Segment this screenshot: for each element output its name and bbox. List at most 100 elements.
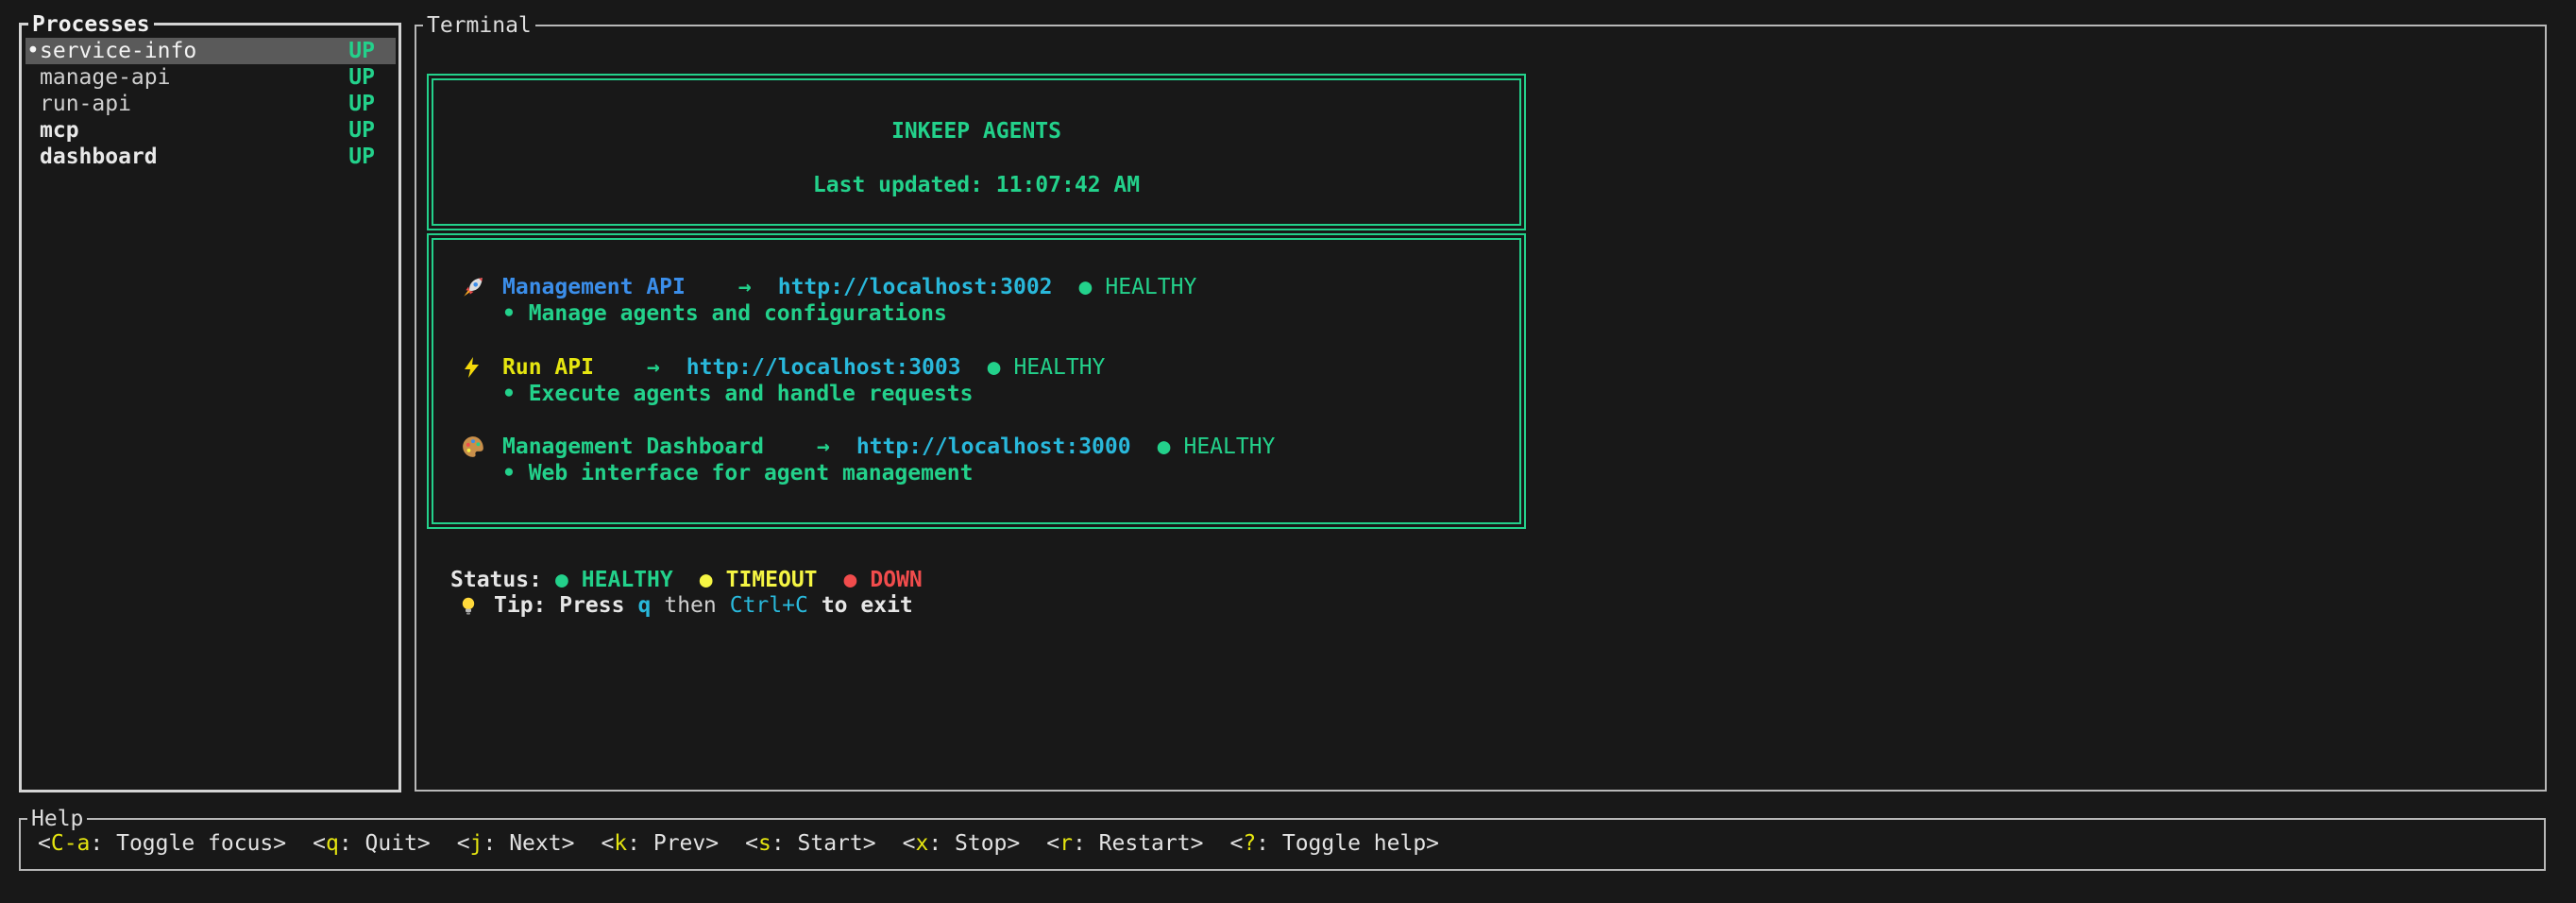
help-desc: : Toggle focus> — [90, 831, 286, 856]
help-bracket: < — [903, 831, 916, 856]
service-label: Management API — [502, 275, 686, 299]
help-desc: : Restart> — [1073, 831, 1203, 856]
process-status: UP — [348, 38, 375, 64]
arrow-icon: → — [738, 275, 752, 299]
help-bracket: < — [1229, 831, 1243, 856]
health-dot-icon: ● — [1079, 275, 1093, 299]
banner-box: INKEEP AGENTS Last updated: 11:07:42 AM — [427, 74, 1526, 230]
service-health: HEALTHY — [1105, 275, 1196, 299]
lightbulb-icon — [457, 593, 483, 620]
service-desc: • Manage agents and configurations — [502, 300, 947, 327]
tip-press: Tip: Press — [494, 593, 624, 618]
legend-dot-icon: ● — [700, 568, 713, 592]
process-name: manage-api — [40, 64, 170, 91]
service-label: Run API — [502, 355, 594, 380]
legend-text: HEALTHY — [582, 568, 673, 592]
help-item: <r: Restart> — [1046, 831, 1203, 856]
help-bracket: < — [601, 831, 614, 856]
health-dot-icon: ● — [1158, 434, 1171, 459]
help-bracket: < — [745, 831, 758, 856]
help-key: s — [758, 831, 771, 856]
palette-icon — [461, 434, 487, 460]
tip-exit: to exit — [822, 593, 913, 618]
help-bracket: < — [457, 831, 470, 856]
process-row[interactable]: dashboard UP — [22, 144, 398, 170]
service-row: Management Dashboard → http://localhost:30… — [502, 434, 1275, 460]
help-desc: : Prev> — [627, 831, 719, 856]
terminal-panel-title: Terminal — [423, 12, 535, 39]
process-row[interactable]: run-api UP — [22, 91, 398, 117]
legend-text: TIMEOUT — [726, 568, 818, 592]
help-desc: : Toggle help> — [1256, 831, 1439, 856]
processes-panel-title: Processes — [28, 11, 154, 38]
status-legend: Status: ● HEALTHY ● TIMEOUT ● DOWN — [450, 567, 923, 593]
process-name: mcp — [40, 117, 79, 144]
help-key: ? — [1243, 831, 1256, 856]
service-url[interactable]: http://localhost:3002 — [778, 275, 1053, 299]
legend-dot-icon: ● — [844, 568, 857, 592]
help-bracket: < — [1046, 831, 1059, 856]
legend-dot-icon: ● — [555, 568, 568, 592]
process-row[interactable]: •service-info UP — [22, 38, 398, 64]
service-desc: • Web interface for agent management — [502, 460, 974, 486]
help-key: x — [915, 831, 928, 856]
help-key: C-a — [51, 831, 91, 856]
help-item: <s: Start> — [745, 831, 876, 856]
help-desc: : Quit> — [339, 831, 431, 856]
health-dot-icon: ● — [988, 355, 1001, 380]
service-row: Run API → http://localhost:3003 ● HEALTHY — [502, 354, 1105, 381]
service-url[interactable]: http://localhost:3000 — [856, 434, 1131, 459]
help-item: <q: Quit> — [313, 831, 431, 856]
help-desc: : Start> — [771, 831, 876, 856]
service-health: HEALTHY — [1183, 434, 1275, 459]
help-item: <C-a: Toggle focus> — [38, 831, 286, 856]
help-panel-title: Help — [27, 806, 87, 832]
zap-icon — [461, 354, 487, 381]
help-item: <?: Toggle help> — [1229, 831, 1439, 856]
selected-bullet-icon: • — [26, 38, 40, 64]
process-name: dashboard — [40, 144, 158, 170]
help-item: <x: Stop> — [903, 831, 1021, 856]
rocket-icon — [461, 274, 487, 300]
service-label: Management Dashboard — [502, 434, 764, 459]
process-status: UP — [348, 144, 375, 170]
processes-panel[interactable]: Processes •service-infoUPmanage-apiUPrun… — [19, 23, 401, 792]
help-key: j — [470, 831, 483, 856]
arrow-icon: → — [647, 355, 660, 380]
help-panel: Help <C-a: Toggle focus><q: Quit><j: Nex… — [19, 818, 2546, 871]
tip-ctrl-c: Ctrl+C — [730, 593, 808, 618]
process-row[interactable]: mcp UP — [22, 117, 398, 144]
help-bracket: < — [38, 831, 51, 856]
service-health: HEALTHY — [1013, 355, 1105, 380]
process-name: run-api — [40, 91, 131, 117]
tip-key-q: q — [637, 593, 651, 618]
help-desc: : Next> — [483, 831, 575, 856]
status-legend-entries: ● HEALTHY ● TIMEOUT ● DOWN — [542, 568, 923, 592]
banner-title: INKEEP AGENTS — [429, 118, 1524, 145]
service-desc: • Execute agents and handle requests — [502, 381, 974, 407]
service-url[interactable]: http://localhost:3003 — [686, 355, 961, 380]
help-key: q — [326, 831, 339, 856]
help-item: <j: Next> — [457, 831, 575, 856]
banner-updated: Last updated: 11:07:42 AM — [429, 172, 1524, 198]
process-status: UP — [348, 117, 375, 144]
process-row[interactable]: manage-api UP — [22, 64, 398, 91]
arrow-icon: → — [817, 434, 830, 459]
help-desc: : Stop> — [928, 831, 1020, 856]
help-shortcuts: <C-a: Toggle focus><q: Quit><j: Next><k:… — [38, 830, 1466, 857]
process-status: UP — [348, 91, 375, 117]
app-root: Processes •service-infoUPmanage-apiUPrun… — [0, 0, 2576, 903]
process-name: service-info — [40, 38, 196, 64]
help-item: <k: Prev> — [601, 831, 719, 856]
help-key: k — [614, 831, 627, 856]
status-legend-label: Status: — [450, 568, 542, 592]
tip-line: Tip: Press qthen Ctrl+C to exit — [494, 592, 913, 619]
help-bracket: < — [313, 831, 326, 856]
process-list: •service-info UP manage-api UP run-api UP mcp U… — [22, 38, 398, 170]
legend-text: DOWN — [870, 568, 922, 592]
process-status: UP — [348, 64, 375, 91]
help-key: r — [1059, 831, 1073, 856]
tip-then: then — [664, 593, 716, 618]
service-row: Management API → http://localhost:3002 ● HEA… — [502, 274, 1196, 300]
terminal-panel[interactable]: Terminal INKEEP AGENTS Last updated: 11:… — [415, 25, 2547, 792]
